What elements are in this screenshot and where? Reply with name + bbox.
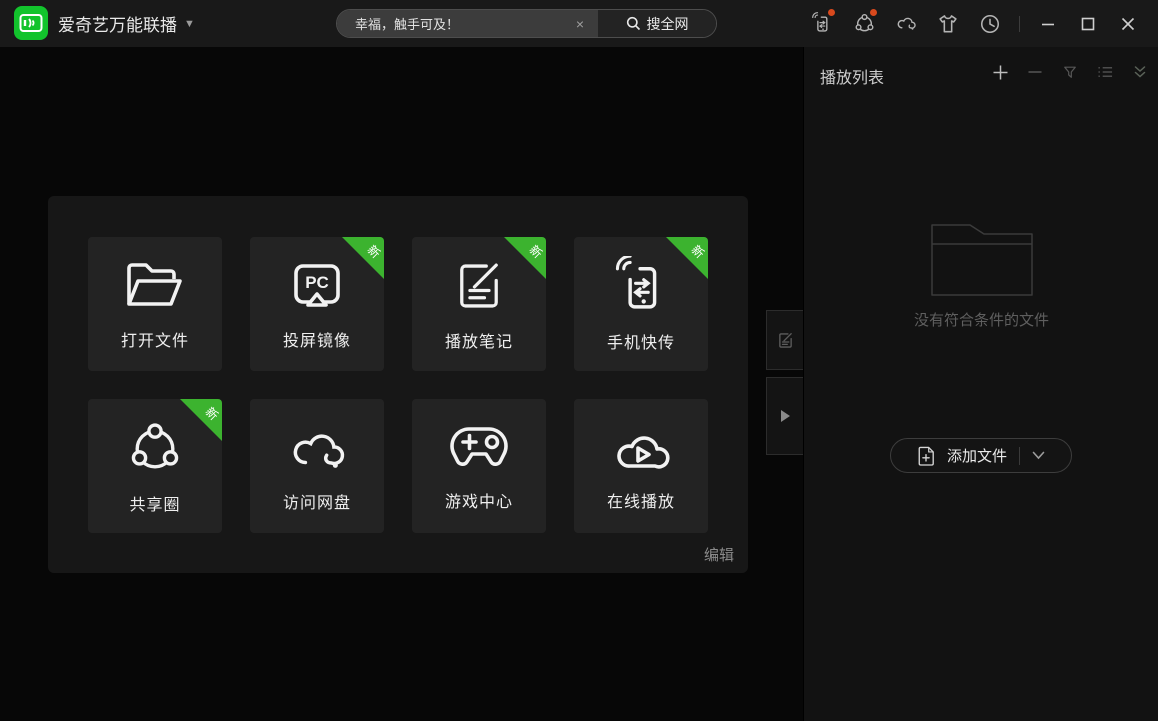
notes-icon bbox=[776, 331, 795, 350]
app-logo-icon[interactable] bbox=[14, 6, 48, 40]
side-tab-notes[interactable] bbox=[766, 310, 803, 370]
filter-icon[interactable] bbox=[1062, 64, 1078, 80]
play-notes-icon bbox=[448, 257, 510, 315]
skin-tshirt-icon[interactable] bbox=[927, 0, 969, 47]
titlebar: 爱奇艺万能联播 ▼ 幸福，触手可及！ × 搜全网 bbox=[0, 0, 1158, 47]
side-tab-expand[interactable] bbox=[766, 377, 803, 455]
app-title-menu[interactable]: 爱奇艺万能联播 ▼ bbox=[58, 0, 195, 47]
svg-text:PC: PC bbox=[305, 273, 329, 292]
add-file-button[interactable]: 添加文件 bbox=[890, 438, 1072, 473]
cloud-disk-icon bbox=[285, 420, 349, 476]
tile-open-file[interactable]: 打开文件 bbox=[88, 237, 222, 371]
screen-mirror-icon: PC bbox=[285, 258, 349, 314]
search-text: 幸福，触手可及！ bbox=[355, 14, 572, 33]
search-input[interactable]: 幸福，触手可及！ × bbox=[337, 10, 598, 37]
plus-icon[interactable] bbox=[992, 64, 1008, 80]
game-center-icon bbox=[447, 421, 511, 475]
tile-share-circle[interactable]: 共享圈 新 bbox=[88, 399, 222, 533]
list-icon[interactable] bbox=[1097, 64, 1113, 80]
add-file-label: 添加文件 bbox=[947, 445, 1007, 466]
tile-label: 手机快传 bbox=[607, 329, 675, 353]
double-chevron-down-icon[interactable] bbox=[1132, 64, 1148, 80]
main-area: 打开文件 PC 投屏镜像 新 播放笔记 新 bbox=[0, 47, 803, 721]
tile-play-notes[interactable]: 播放笔记 新 bbox=[412, 237, 546, 371]
online-play-icon bbox=[609, 421, 673, 475]
open-file-folder-icon bbox=[123, 258, 187, 314]
empty-folder-icon bbox=[930, 219, 1034, 297]
titlebar-separator bbox=[1019, 16, 1020, 32]
search-clear-icon[interactable]: × bbox=[572, 16, 588, 32]
notification-dot bbox=[828, 9, 835, 16]
tile-label: 打开文件 bbox=[121, 327, 189, 351]
tile-label: 在线播放 bbox=[607, 488, 675, 512]
edit-link[interactable]: 编辑 bbox=[704, 544, 734, 565]
tile-label: 访问网盘 bbox=[283, 489, 351, 513]
cloud-disk-icon[interactable] bbox=[885, 0, 927, 47]
empty-text: 没有符合条件的文件 bbox=[914, 309, 1049, 330]
chevron-down-icon: ▼ bbox=[184, 18, 195, 30]
notification-dot bbox=[870, 9, 877, 16]
playlist-sidebar: 播放列表 没有符合条件的文件 bbox=[803, 47, 1158, 721]
button-divider bbox=[1019, 447, 1020, 465]
chevron-down-icon[interactable] bbox=[1032, 451, 1045, 460]
tile-online-play[interactable]: 在线播放 bbox=[574, 399, 708, 533]
file-plus-icon bbox=[917, 446, 935, 466]
empty-state: 没有符合条件的文件 bbox=[804, 219, 1158, 330]
history-clock-icon[interactable] bbox=[969, 0, 1011, 47]
shortcut-panel: 打开文件 PC 投屏镜像 新 播放笔记 新 bbox=[48, 196, 748, 573]
search-web-label: 搜全网 bbox=[647, 14, 689, 34]
tile-screen-mirror[interactable]: PC 投屏镜像 新 bbox=[250, 237, 384, 371]
titlebar-icons bbox=[801, 0, 1158, 47]
minus-icon[interactable] bbox=[1027, 64, 1043, 80]
phone-transfer-icon bbox=[612, 256, 670, 316]
playlist-toolbar bbox=[992, 64, 1148, 80]
search-icon bbox=[626, 16, 641, 31]
tile-label: 共享圈 bbox=[129, 491, 180, 515]
search-box[interactable]: 幸福，触手可及！ × 搜全网 bbox=[336, 9, 717, 38]
maximize-button[interactable] bbox=[1068, 0, 1108, 47]
playlist-title: 播放列表 bbox=[820, 64, 884, 88]
app-title: 爱奇艺万能联播 bbox=[58, 11, 177, 36]
tile-label: 游戏中心 bbox=[445, 488, 513, 512]
tile-phone-transfer[interactable]: 手机快传 新 bbox=[574, 237, 708, 371]
minimize-button[interactable] bbox=[1028, 0, 1068, 47]
tile-label: 投屏镜像 bbox=[283, 327, 351, 351]
share-circle-icon[interactable] bbox=[843, 0, 885, 47]
search-web-button[interactable]: 搜全网 bbox=[598, 10, 716, 37]
expand-play-icon bbox=[779, 409, 791, 423]
close-button[interactable] bbox=[1108, 0, 1148, 47]
tile-game-center[interactable]: 游戏中心 bbox=[412, 399, 546, 533]
tile-cloud-disk[interactable]: 访问网盘 bbox=[250, 399, 384, 533]
share-circle-icon bbox=[125, 418, 185, 478]
phone-transfer-icon[interactable] bbox=[801, 0, 843, 47]
tile-label: 播放笔记 bbox=[445, 328, 513, 352]
